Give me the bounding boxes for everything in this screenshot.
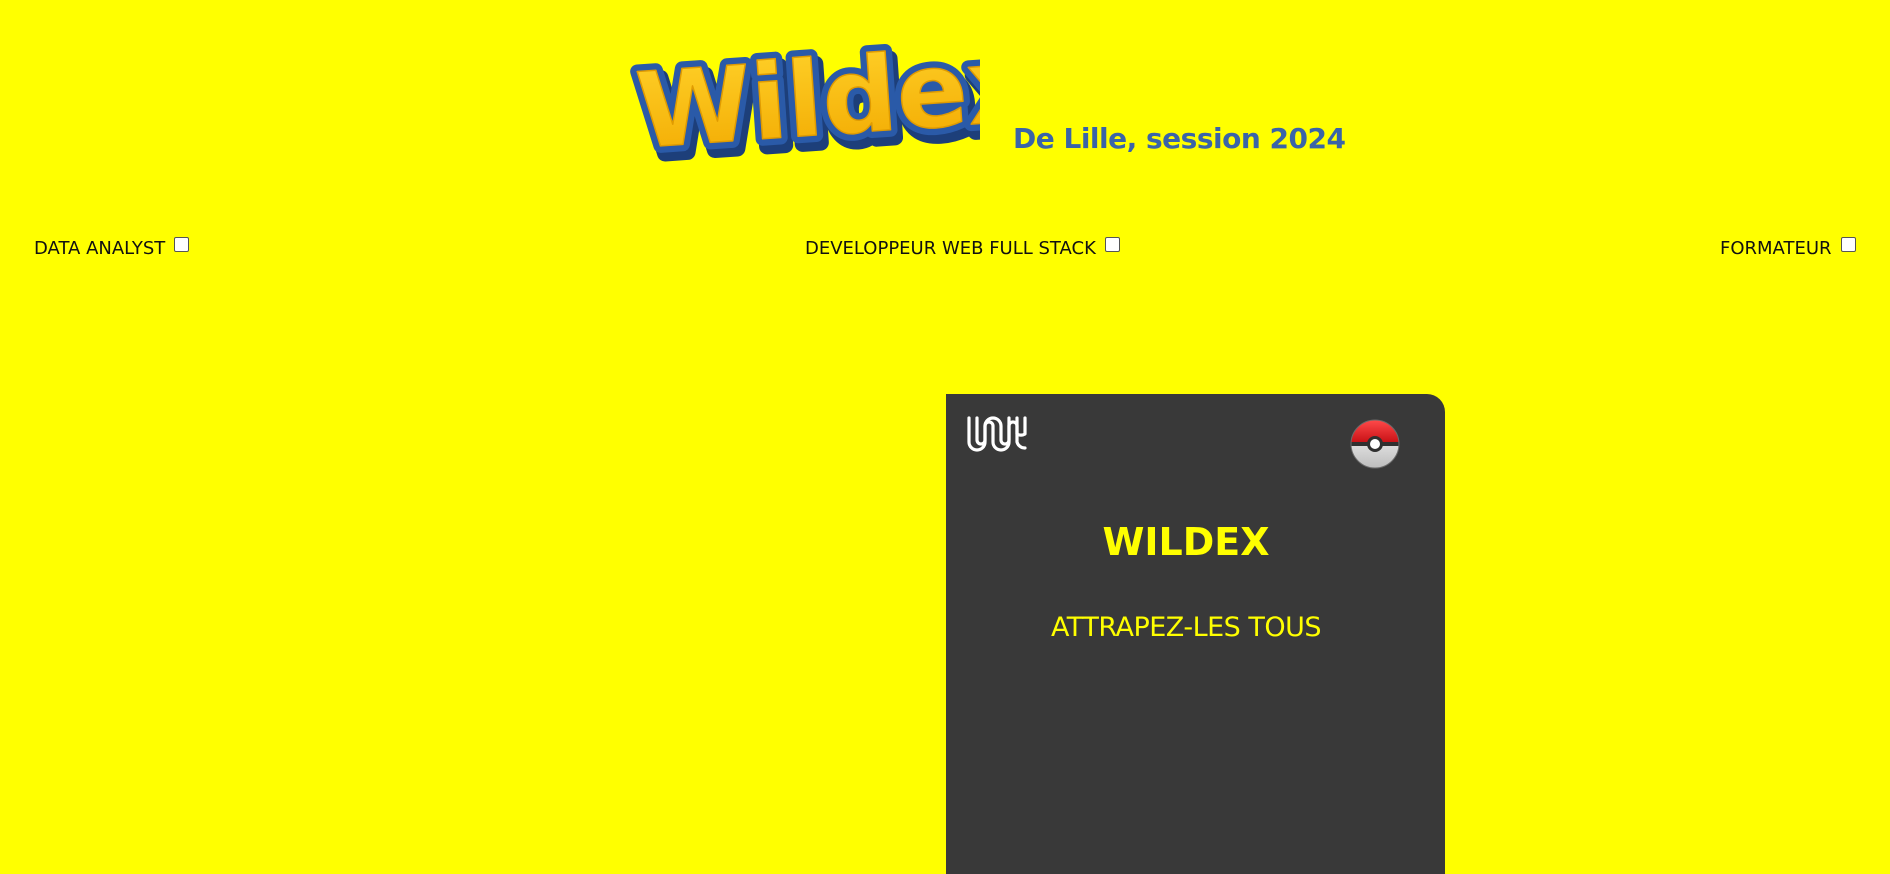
- data-analyst-checkbox[interactable]: [174, 237, 190, 252]
- wild-code-school-logo-icon: [966, 412, 1030, 458]
- filter-label: FORMATEUR: [1720, 238, 1832, 259]
- card-title: WILDEX: [1102, 520, 1270, 564]
- pokeball-icon: [1349, 418, 1401, 470]
- filter-developpeur-web[interactable]: DEVELOPPEUR WEB FULL STACK: [805, 237, 1120, 259]
- developpeur-web-checkbox[interactable]: [1104, 237, 1120, 252]
- card-tagline: ATTRAPEZ-LES TOUS: [1050, 612, 1322, 643]
- filter-formateur[interactable]: FORMATEUR: [1720, 237, 1856, 259]
- formateur-checkbox[interactable]: [1840, 237, 1856, 252]
- filter-data-analyst[interactable]: DATA ANALYST: [34, 237, 190, 259]
- subtitle: De Lille, session 2024: [1013, 122, 1346, 155]
- filter-label: DATA ANALYST: [34, 238, 166, 259]
- svg-text:Wildex: Wildex: [633, 23, 980, 168]
- wildex-logo: Wildex Wildex Wildex: [620, 18, 980, 168]
- filter-label: DEVELOPPEUR WEB FULL STACK: [805, 238, 1096, 259]
- header: Wildex Wildex Wildex De Lille, session 2…: [620, 18, 1346, 168]
- wildex-card[interactable]: WILDEX ATTRAPEZ-LES TOUS: [946, 394, 1445, 874]
